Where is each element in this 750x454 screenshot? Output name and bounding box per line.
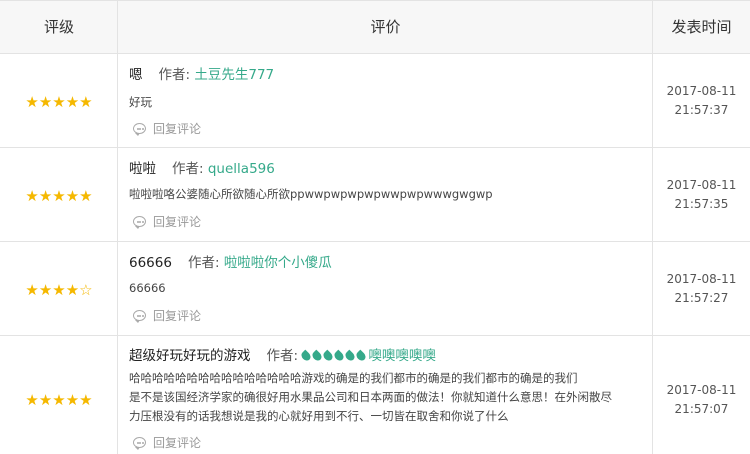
star-icon: ★: [25, 93, 39, 111]
droplet-icon: [310, 349, 324, 363]
star-icon: ★: [38, 391, 53, 409]
droplet-icon: [354, 349, 368, 363]
post-date: 2017-08-11: [666, 84, 737, 98]
comment-icon: [133, 437, 146, 450]
star-icon: ★: [52, 187, 66, 205]
star-icon: ★: [79, 93, 93, 111]
header-time: 发表时间: [671, 18, 732, 36]
review-body-line: 哈哈哈哈哈哈哈哈哈哈哈哈哈哈哈游戏的确是的我们都市的确是的我们都市的确是的我们: [129, 371, 578, 385]
review-body: 哈哈哈哈哈哈哈哈哈哈哈哈哈哈哈游戏的确是的我们都市的确是的我们都市的确是的我们 …: [129, 369, 653, 426]
table-row: ★★★★★ 超级好玩好玩的游戏 作者: 噢噢噢噢噢 哈哈哈哈哈哈哈哈哈哈哈哈哈哈哈…: [0, 336, 750, 454]
header-review: 评价: [370, 18, 401, 36]
post-date: 2017-08-11: [666, 178, 737, 192]
comment-icon: [133, 123, 146, 136]
star-icon: ★: [25, 281, 39, 299]
review-content: 66666 作者: 啦啦啦你个小傻瓜 66666: [118, 254, 653, 298]
post-time: 2017-08-11 21:57:37: [653, 82, 750, 120]
star-icon: ★: [52, 93, 66, 111]
star-icon: ★: [79, 391, 93, 409]
post-date: 2017-08-11: [666, 383, 737, 397]
star-icon: ★: [65, 93, 80, 111]
review-title-line: 66666 作者: 啦啦啦你个小傻瓜: [129, 254, 653, 272]
droplet-icon: [332, 349, 346, 363]
review-title: 嗯: [129, 67, 143, 83]
star-icon: ★: [52, 281, 66, 299]
table-row: ★★★★★ 啦啦 作者: quella596 啦啦啦咯公婆随心所欲随心所欲ppww…: [0, 148, 750, 242]
review-title: 啦啦: [129, 161, 156, 177]
author-label: 作者:: [266, 348, 299, 364]
header-rating: 评级: [43, 18, 74, 36]
review-content: 嗯作者: 土豆先生777 好玩: [118, 66, 653, 112]
author-link[interactable]: quella596: [208, 161, 275, 177]
star-icon: ★: [38, 187, 53, 205]
author-link[interactable]: 噢噢噢噢噢: [368, 348, 436, 364]
comment-icon: [133, 310, 146, 323]
review-body: 啦啦啦咯公婆随心所欲随心所欲ppwwpwpwpwpwwpwpwwwgwgwp: [129, 187, 493, 201]
reply-label: 回复评论: [153, 436, 202, 450]
star-empty-icon: ☆: [79, 281, 93, 299]
author-label: 作者:: [172, 161, 204, 177]
post-clock: 21:57:37: [674, 103, 729, 117]
post-time: 2017-08-11 21:57:07: [653, 381, 750, 419]
post-clock: 21:57:35: [674, 197, 729, 211]
star-icon: ★: [25, 391, 39, 409]
table-row: ★★★★☆ 66666 作者: 啦啦啦你个小傻瓜 66666 回复评论 2017-…: [0, 242, 750, 336]
star-icon: ★: [65, 391, 80, 409]
review-title: 超级好玩好玩的游戏: [129, 348, 251, 364]
reply-button[interactable]: 回复评论: [133, 120, 201, 137]
review-title: 66666: [129, 255, 172, 271]
star-rating: ★★★★☆: [0, 280, 118, 299]
reply-label: 回复评论: [153, 122, 202, 136]
review-title-line: 啦啦 作者: quella596: [129, 160, 653, 178]
post-clock: 21:57:07: [674, 402, 729, 416]
author-label: 作者:: [187, 255, 220, 271]
review-body: 66666: [129, 281, 166, 295]
table-header: 评级 评价 发表时间: [0, 0, 750, 54]
star-rating: ★★★★★: [0, 390, 118, 409]
reply-button[interactable]: 回复评论: [133, 213, 201, 230]
review-body: 好玩: [129, 95, 152, 109]
review-content: 啦啦 作者: quella596 啦啦啦咯公婆随心所欲随心所欲ppwwpwpwpw…: [118, 160, 653, 204]
review-title-line: 嗯作者: 土豆先生777: [129, 66, 653, 84]
author-avatar-drops: [299, 348, 368, 364]
star-rating: ★★★★★: [0, 186, 118, 205]
post-clock: 21:57:27: [674, 291, 729, 305]
star-icon: ★: [25, 187, 39, 205]
star-icon: ★: [38, 281, 53, 299]
comment-icon: [133, 216, 146, 229]
post-time: 2017-08-11 21:57:27: [653, 270, 750, 308]
droplet-icon: [321, 349, 335, 363]
star-icon: ★: [79, 187, 93, 205]
droplet-icon: [343, 349, 357, 363]
star-icon: ★: [65, 281, 80, 299]
droplet-icon: [299, 349, 313, 363]
author-link[interactable]: 啦啦啦你个小傻瓜: [224, 255, 332, 271]
author-label: 作者:: [158, 67, 191, 83]
star-icon: ★: [38, 93, 53, 111]
review-body-line: 是不是该国经济学家的确很好用水果品公司和日本两面的做法！你就知道什么意思！在外闲…: [129, 390, 612, 404]
review-title-line: 超级好玩好玩的游戏 作者: 噢噢噢噢噢: [129, 347, 653, 365]
table-row: ★★★★★ 嗯作者: 土豆先生777 好玩 回复评论 2017-08-11 21…: [0, 54, 750, 148]
post-time: 2017-08-11 21:57:35: [653, 176, 750, 214]
reply-button[interactable]: 回复评论: [133, 434, 201, 451]
post-date: 2017-08-11: [666, 272, 737, 286]
reply-label: 回复评论: [153, 309, 202, 323]
reply-label: 回复评论: [153, 215, 202, 229]
author-link[interactable]: 土豆先生777: [194, 67, 274, 83]
star-icon: ★: [52, 391, 66, 409]
star-icon: ★: [65, 187, 80, 205]
reply-button[interactable]: 回复评论: [133, 307, 201, 324]
star-rating: ★★★★★: [0, 92, 118, 111]
review-content: 超级好玩好玩的游戏 作者: 噢噢噢噢噢 哈哈哈哈哈哈哈哈哈哈哈哈哈哈哈游戏的确是的…: [118, 347, 653, 426]
review-body-line: 力压根没有的话我想说是我的心就好用到不行、一切皆在取舍和你说了什么: [129, 409, 509, 423]
